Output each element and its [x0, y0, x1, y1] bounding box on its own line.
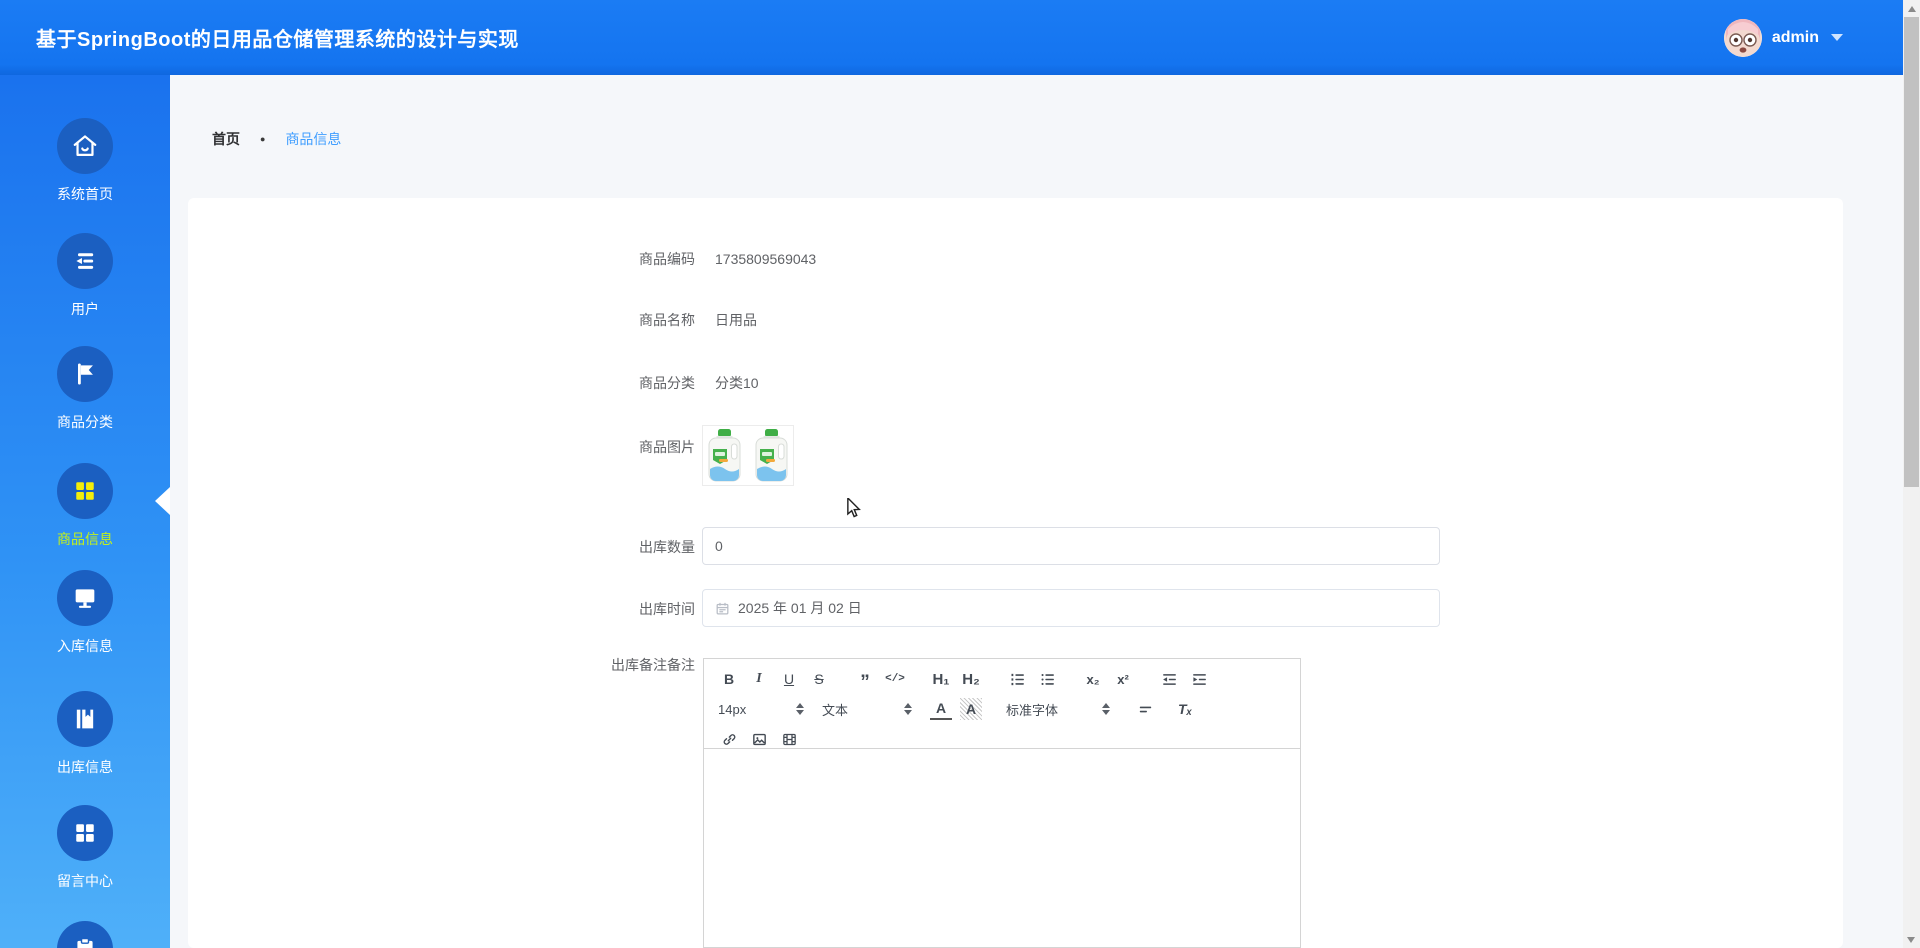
heading1-button[interactable]: H₁ — [930, 668, 952, 690]
highlight-color-button[interactable]: A — [960, 698, 982, 720]
sidebar-item-label: 商品信息 — [57, 531, 113, 547]
blockquote-button[interactable]: ” — [854, 668, 876, 692]
app-header: 基于SpringBoot的日用品仓储管理系统的设计与实现 admin — [0, 0, 1903, 75]
sort-arrows-icon — [904, 703, 912, 715]
sidebar-item-product-category[interactable]: 商品分类 — [0, 346, 170, 432]
paragraph-format-select[interactable]: 文本 — [822, 700, 912, 719]
underline-button[interactable]: U — [778, 668, 800, 690]
indent-increase-icon[interactable] — [1188, 668, 1210, 690]
grid-icon — [57, 463, 113, 519]
sidebar-item-product-info[interactable]: 商品信息 — [0, 463, 170, 549]
unordered-list-icon[interactable] — [1036, 668, 1058, 690]
avatar-illustration — [1723, 18, 1762, 57]
link-icon[interactable] — [718, 728, 740, 750]
sidebar-item-message-center[interactable]: 留言中心 — [0, 805, 170, 891]
page-title: 基于SpringBoot的日用品仓储管理系统的设计与实现 — [36, 29, 519, 51]
strikethrough-button[interactable]: S — [808, 668, 830, 690]
outbound-time-input[interactable]: 2025 年 01 月 02 日 — [702, 589, 1440, 627]
scroll-down-icon[interactable] — [1907, 937, 1915, 943]
paragraph-format-value: 文本 — [822, 702, 849, 718]
product-image-label: 商品图片 — [639, 439, 695, 455]
editor-content-area[interactable] — [704, 749, 1300, 947]
product-image-thumbnail[interactable] — [702, 425, 794, 486]
sidebar-item-label: 留言中心 — [57, 873, 113, 889]
clear-format-button[interactable]: Tₓ — [1174, 698, 1196, 720]
superscript-button[interactable]: x² — [1112, 668, 1134, 690]
align-icon[interactable] — [1134, 698, 1156, 720]
grid-icon — [57, 805, 113, 861]
breadcrumb-separator: ● — [260, 134, 266, 144]
sidebar-item-inbound-info[interactable]: 入库信息 — [0, 570, 170, 656]
ordered-list-icon[interactable] — [1006, 668, 1028, 690]
scroll-up-button[interactable] — [1903, 0, 1920, 17]
sidebar-item-label: 用户 — [71, 301, 99, 317]
italic-button[interactable]: I — [748, 668, 770, 690]
scroll-up-icon — [1907, 5, 1916, 12]
sort-arrows-icon — [796, 703, 804, 715]
indent-decrease-icon[interactable] — [1158, 668, 1180, 690]
user-menu[interactable]: admin — [1723, 18, 1843, 57]
clipboard-icon — [57, 921, 113, 948]
flag-icon — [57, 346, 113, 402]
sidebar-item-partial[interactable] — [0, 921, 170, 948]
code-button[interactable]: </> — [884, 668, 906, 690]
username-label[interactable]: admin — [1772, 29, 1819, 47]
book-icon — [57, 691, 113, 747]
monitor-icon — [57, 570, 113, 626]
font-family-select[interactable]: 标准字体 — [1006, 700, 1110, 719]
scrollbar-thumb[interactable] — [1904, 17, 1919, 487]
outbound-time-value: 2025 年 01 月 02 日 — [738, 600, 862, 616]
sidebar-item-label: 入库信息 — [57, 638, 113, 654]
sidebar-nav: 系统首页 用户 商品分类 商品信息 入库信息 出库信息 留言中心 — [0, 75, 170, 948]
product-name-value: 日用品 — [715, 312, 757, 328]
video-icon[interactable] — [778, 728, 800, 750]
sidebar-item-users[interactable]: 用户 — [0, 233, 170, 319]
remark-rich-text-editor: B I U S ” </> H₁ H₂ x₂ x² 14px 文本 A A 标准… — [703, 658, 1301, 948]
outbound-quantity-label: 出库数量 — [639, 539, 695, 555]
detail-form-card: 商品编码 1735809569043 商品名称 日用品 商品分类 分类10 商品… — [188, 198, 1843, 948]
active-item-arrow — [155, 487, 170, 515]
sidebar-item-label: 系统首页 — [57, 186, 113, 202]
product-category-value: 分类10 — [715, 375, 759, 391]
mouse-cursor — [846, 496, 864, 523]
subscript-button[interactable]: x₂ — [1082, 668, 1104, 690]
sort-arrows-icon — [1102, 703, 1110, 715]
sidebar-item-outbound-info[interactable]: 出库信息 — [0, 691, 170, 777]
heading2-button[interactable]: H₂ — [960, 668, 982, 690]
calendar-icon — [716, 602, 729, 614]
product-code-label: 商品编码 — [639, 251, 695, 267]
breadcrumb-home-link[interactable]: 首页 — [212, 129, 240, 149]
page-scrollbar[interactable] — [1903, 0, 1920, 948]
sidebar-item-label: 商品分类 — [57, 414, 113, 430]
product-category-label: 商品分类 — [639, 375, 695, 391]
product-name-label: 商品名称 — [639, 312, 695, 328]
outbound-time-label: 出库时间 — [639, 601, 695, 617]
sidebar-item-system-home[interactable]: 系统首页 — [0, 118, 170, 204]
chevron-down-icon — [1831, 34, 1843, 41]
text-color-button[interactable]: A — [930, 698, 952, 720]
font-family-value: 标准字体 — [1006, 702, 1059, 718]
outbound-remark-label: 出库备注备注 — [611, 657, 695, 673]
product-code-value: 1735809569043 — [715, 251, 817, 267]
user-list-icon — [57, 233, 113, 289]
image-icon[interactable] — [748, 728, 770, 750]
outbound-quantity-input[interactable] — [702, 527, 1440, 565]
bold-button[interactable]: B — [718, 668, 740, 690]
home-icon — [57, 118, 113, 174]
font-size-select[interactable]: 14px — [718, 702, 804, 717]
sidebar-item-label: 出库信息 — [57, 759, 113, 775]
font-size-value: 14px — [718, 701, 747, 717]
breadcrumb-current-link[interactable]: 商品信息 — [285, 129, 341, 149]
product-bottles-illustration — [708, 429, 788, 482]
editor-toolbar: B I U S ” </> H₁ H₂ x₂ x² 14px 文本 A A 标准… — [704, 659, 1300, 749]
breadcrumb: 首页 ● 商品信息 — [212, 129, 341, 149]
user-avatar[interactable] — [1723, 18, 1762, 57]
